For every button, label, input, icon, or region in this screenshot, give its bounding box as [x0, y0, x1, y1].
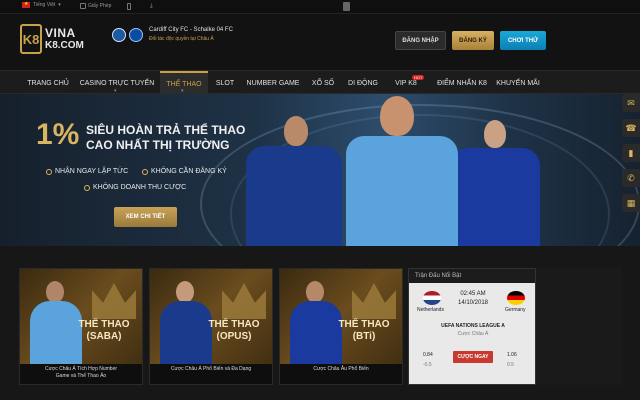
card-title-line2: (BTi)	[352, 330, 376, 342]
cardiff-crest-icon	[112, 27, 126, 42]
language-label: Tiếng Việt	[33, 2, 56, 8]
mobile-icon[interactable]: ▮	[622, 144, 640, 162]
away-team: Germany	[505, 307, 526, 313]
nav-label: VIP K8	[395, 79, 417, 87]
nav-item-promotions[interactable]: KHUYẾN MÃI	[494, 71, 542, 95]
promo-bullet: NHẬN NGAY LẬP TỨC	[46, 168, 128, 175]
license-link[interactable]: Giấy Phép	[80, 3, 111, 9]
match-time: 02:45 AM	[460, 291, 486, 297]
qr-code-icon[interactable]: ▦	[622, 194, 640, 212]
sponsor-title: Cardiff City FC - Schalke 04 FC	[149, 27, 233, 33]
sound-icon[interactable]	[343, 2, 350, 11]
bet-now-button[interactable]: CƯỢC NGAY	[453, 351, 493, 363]
hero-banner[interactable]: 1% SIÊU HOÀN TRẢ THỂ THAO CAO NHẤT THỊ T…	[0, 94, 640, 246]
mobile-icon[interactable]	[127, 3, 131, 10]
register-button[interactable]: ĐĂNG KÝ	[452, 31, 494, 50]
hot-badge: HOT	[412, 75, 425, 80]
sponsor-subtitle: Đối tác độc quyền tại Châu Á	[149, 36, 214, 42]
player-image-left	[232, 116, 352, 246]
logo-mark: K8	[20, 24, 42, 54]
nav-item-sports[interactable]: THỂ THAO ▾	[160, 71, 208, 95]
side-contact-bar: ✉ ☎ ▮ ✆ ▦	[622, 94, 640, 219]
nav-item-lottery[interactable]: XỔ SỐ	[308, 71, 338, 95]
crown-icon	[352, 283, 396, 319]
home-handicap: -0.5	[423, 362, 432, 368]
card-caption: Cược Châu Âu Phổ Biến	[280, 364, 402, 384]
license-icon	[80, 3, 86, 9]
top-utility-bar: Tiếng Việt ▾ Giấy Phép ⤓	[0, 0, 640, 14]
match-date: 14/10/2018	[457, 300, 489, 306]
card-title-line2: (SABA)	[86, 330, 122, 342]
language-selector[interactable]: Tiếng Việt ▾	[22, 1, 61, 8]
vietnam-flag-icon	[22, 1, 30, 8]
promo-headline-2: CAO NHẤT THỊ TRƯỜNG	[86, 138, 230, 152]
sports-card-opus[interactable]: THỂ THAO (OPUS) Cược Châu Á Phổ Biến và …	[149, 268, 273, 385]
view-details-button[interactable]: XEM CHI TIẾT	[114, 207, 177, 227]
schalke-crest-icon	[129, 27, 143, 42]
logo-line2: K8.COM	[45, 40, 84, 51]
crown-icon	[92, 283, 136, 319]
promo-headline-1: SIÊU HOÀN TRẢ THỂ THAO	[86, 123, 246, 137]
home-team: Netherlands	[417, 307, 444, 313]
logo-line1: VINA	[45, 26, 76, 40]
nav-label: CASINO TRỰC TUYẾN	[79, 79, 155, 87]
nav-item-mobile[interactable]: DI ĐỘNG	[344, 71, 382, 95]
bullet-icon	[46, 168, 52, 175]
sports-card-bti[interactable]: THỂ THAO (BTi) Cược Châu Âu Phổ Biến	[279, 268, 403, 385]
nav-item-slot[interactable]: SLOT	[212, 71, 238, 95]
promo-bullet: KHÔNG CẦN ĐĂNG KÝ	[142, 168, 227, 175]
crown-icon	[222, 283, 266, 319]
card-title: THỂ THAO (OPUS)	[204, 319, 264, 342]
nav-label: THỂ THAO	[166, 80, 202, 88]
card-caption-line2: Game và Thể Thao Ảo	[55, 372, 107, 379]
site-logo[interactable]: K8 VINA K8.COM	[20, 24, 84, 54]
nav-item-number-game[interactable]: NUMBER GAME	[244, 71, 302, 95]
player-image-center	[336, 96, 466, 246]
hotline-icon[interactable]: ✆	[622, 169, 640, 187]
sponsor-badge: Cardiff City FC - Schalke 04 FC Đối tác …	[112, 27, 233, 42]
empty-panel	[536, 268, 622, 385]
card-title-line2: (OPUS)	[216, 330, 252, 342]
card-title-line1: THỂ THAO	[208, 319, 260, 330]
bullet-text: KHÔNG CẦN ĐĂNG KÝ	[151, 168, 227, 175]
promo-percent: 1%	[36, 118, 80, 151]
nav-item-home[interactable]: TRANG CHỦ	[22, 71, 74, 95]
league-sub: Cược Châu Á	[457, 331, 489, 337]
download-icon[interactable]: ⤓	[150, 3, 153, 10]
card-title-line1: THỂ THAO	[338, 319, 390, 330]
league-name: UEFA NATIONS LEAGUE A	[441, 323, 505, 329]
main-nav: TRANG CHỦ CASINO TRỰC TUYẾN ▾ THỂ THAO ▾…	[0, 70, 640, 95]
card-caption-line1: Cược Châu Á Phổ Biến và Đa Dạng	[170, 366, 252, 372]
chat-icon[interactable]: ✉	[622, 94, 640, 112]
card-caption: Cược Châu Á Tích Hợp Number Game và Thể …	[20, 364, 142, 384]
card-title: THỂ THAO (SABA)	[74, 319, 134, 342]
bullet-icon	[84, 184, 90, 191]
home-odds[interactable]: 0.84	[423, 352, 433, 358]
sports-card-saba[interactable]: THỂ THAO (SABA) Cược Châu Á Tích Hợp Num…	[19, 268, 143, 385]
bullet-icon	[142, 168, 148, 175]
nav-item-highlights[interactable]: ĐIỂM NHẤN K8	[434, 71, 490, 95]
phone-icon[interactable]: ☎	[622, 119, 640, 137]
featured-match-panel: Trận Đấu Nổi Bật Netherlands Germany 02:…	[408, 268, 536, 385]
featured-header: Trận Đấu Nổi Bật	[409, 269, 535, 283]
chevron-down-icon: ▾	[58, 2, 61, 8]
card-caption: Cược Châu Á Phổ Biến và Đa Dạng	[150, 364, 272, 384]
away-odds[interactable]: 1.06	[507, 352, 517, 358]
bullet-text: NHẬN NGAY LẬP TỨC	[55, 168, 129, 175]
bullet-text: KHÔNG DOANH THU CƯỢC	[93, 184, 187, 191]
license-label: Giấy Phép	[88, 3, 112, 9]
login-button[interactable]: ĐĂNG NHẬP	[395, 31, 446, 50]
card-title: THỂ THAO (BTi)	[334, 319, 394, 342]
promo-bullet: KHÔNG DOANH THU CƯỢC	[84, 184, 186, 191]
trial-button[interactable]: CHƠI THỬ	[500, 31, 546, 50]
sports-section: THỂ THAO (SABA) Cược Châu Á Tích Hợp Num…	[0, 246, 640, 400]
away-handicap: 0.5	[507, 362, 514, 368]
card-caption-line1: Cược Châu Âu Phổ Biến	[313, 366, 369, 372]
card-title-line1: THỂ THAO	[78, 319, 130, 330]
nav-item-casino[interactable]: CASINO TRỰC TUYẾN ▾	[78, 71, 156, 95]
header: K8 VINA K8.COM Cardiff City FC - Schalke…	[0, 14, 640, 70]
